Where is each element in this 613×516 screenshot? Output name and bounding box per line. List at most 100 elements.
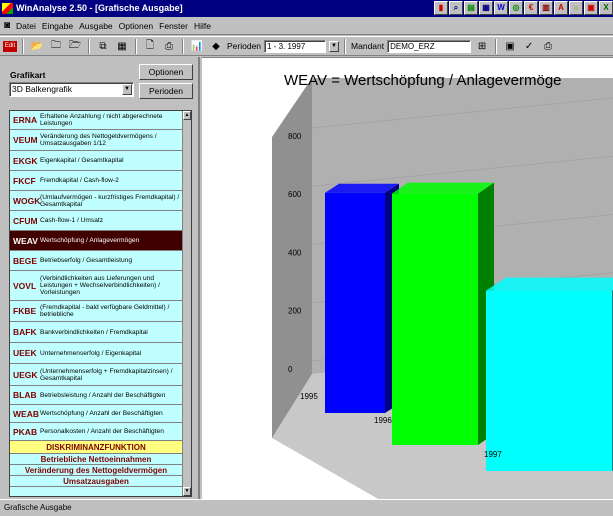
money-icon[interactable]: ◎	[509, 1, 523, 15]
mandant-label: Mandant	[351, 41, 385, 51]
chart-icon[interactable]: ▮	[434, 1, 448, 15]
grafikart-select[interactable]: 3D Balkengrafik ▼	[9, 82, 134, 97]
list-item-fkbe[interactable]: FKBE (Fremdkapital - bald verfügbare Geld…	[10, 301, 182, 322]
list-item-desc: Eigenkapital / Gesamtkapital	[40, 157, 124, 164]
list-item-weav[interactable]: WEAV Wertschöpfung / Anlagevermögen	[10, 231, 182, 251]
list-item-cfum[interactable]: CFUM Cash-flow-1 / Umsatz	[10, 211, 182, 231]
list-item-desc: (Fremdkapital - bald verfügbare Geldmitt…	[40, 304, 170, 318]
scroll-up-icon[interactable]: ▲	[183, 111, 191, 120]
list-item-uegk[interactable]: UEGK (Unternehmenserfolg + Fremdkapitalzi…	[10, 364, 182, 386]
menu-eingabe[interactable]: Eingabe	[42, 21, 73, 31]
toolbar: Edit 📂 🗀 🗁 ⧉ ▦ 🗋 ⎙ 📊 ◆ Perioden 1 - 3. 1…	[0, 36, 613, 56]
x-tick-label: 1995	[300, 392, 318, 401]
list-item-section2[interactable]: Betriebliche Nettoeinnahmen	[10, 454, 182, 465]
calc-icon[interactable]: ▥	[539, 1, 553, 15]
x-tick-label: 1996	[374, 416, 392, 425]
menu-optionen[interactable]: Optionen	[119, 21, 154, 31]
list-item-blab[interactable]: BLAB Betriebsleistung / Anzahl der Beschä…	[10, 386, 182, 405]
table-icon[interactable]: ▤	[464, 1, 478, 15]
list-item-wogk[interactable]: WOGK (Umlaufvermögen - kurzfristiges Frem…	[10, 191, 182, 211]
separator	[344, 38, 347, 54]
optionen-button[interactable]: Optionen	[139, 64, 193, 80]
list-item-ueek[interactable]: UEEK Unternehmenserfolg / Eigenkapital	[10, 343, 182, 364]
menu-ausgabe[interactable]: Ausgabe	[79, 21, 113, 31]
title-toolbar: ▮ ⌕ ▤ ▦ W ◎ € ▥ A ☼ ▣ X	[434, 1, 613, 16]
y-tick-label: 0	[288, 365, 293, 374]
list-item-code: WEAB	[13, 408, 39, 419]
print-icon[interactable]: ⎙	[161, 39, 177, 54]
search-icon[interactable]: ⌕	[449, 1, 463, 15]
grid-icon[interactable]: ▦	[479, 1, 493, 15]
app-window: WinAnalyse 2.50 - [Grafische Ausgabe] ▮ ⌕…	[0, 0, 613, 516]
list-item-section3[interactable]: Veränderung des Nettogeldvermögen	[10, 465, 182, 476]
chevron-down-icon[interactable]: ▼	[122, 84, 132, 95]
doc-icon[interactable]: ◙	[4, 20, 10, 31]
menu-fenster[interactable]: Fenster	[159, 21, 188, 31]
perioden-button[interactable]: Perioden	[139, 83, 193, 99]
bar-chart: 0 200 400 600 800 1995 1996 1997	[272, 78, 613, 500]
bar-top	[486, 277, 613, 291]
scroll-down-icon[interactable]: ▼	[183, 487, 191, 496]
list-item-veum[interactable]: VEUM Veränderung des Nettogeldvermögens /…	[10, 130, 182, 151]
list-item-code: CFUM	[13, 215, 38, 226]
list-item-code: VOVL	[13, 280, 37, 291]
list-item-ekgk[interactable]: EKGK Eigenkapital / Gesamtkapital	[10, 151, 182, 171]
list-item-pkab[interactable]: PKAB Personalkosten / Anzahl der Beschäft…	[10, 423, 182, 441]
word-icon[interactable]: W	[494, 1, 508, 15]
excel-icon[interactable]: X	[599, 1, 613, 15]
chart-area: 0 200 400 600 800 1995 1996 1997 WEAV = Wertsch…	[202, 57, 613, 500]
list-item-vovl[interactable]: VOVL (Verbindlichkeiten aus Lieferungen u…	[10, 271, 182, 301]
folder-icon[interactable]: 🗀	[48, 39, 64, 54]
chart-icon[interactable]: 📊	[189, 39, 205, 54]
euro-icon[interactable]: €	[524, 1, 538, 15]
printer-icon[interactable]: ⎙	[540, 39, 556, 54]
list-item-desc: Fremdkapital / Cash-flow-2	[40, 177, 119, 184]
list-item-erna[interactable]: ERNA Erhaltene Anzahlung / nicht abgerech…	[10, 111, 182, 130]
mandant-field[interactable]: DEMO_ERZ	[387, 39, 472, 53]
list-item-bege[interactable]: BEGE Betriebserfolg / Gesamtleistung	[10, 251, 182, 271]
list-item-weab[interactable]: WEAB Wertschöpfung / Anzahl der Beschäfti…	[10, 405, 182, 423]
scrollbar[interactable]: ▲ ▼	[182, 111, 191, 496]
list-item-fkcf[interactable]: FKCF Fremdkapital / Cash-flow-2	[10, 171, 182, 191]
open-folder-icon[interactable]: 📂	[29, 39, 45, 54]
separator	[135, 38, 137, 54]
preview-icon[interactable]: 🗋	[142, 39, 158, 54]
menu-datei[interactable]: Datei	[16, 21, 36, 31]
list-item-code: BLAB	[13, 390, 37, 400]
list-item-desc: (Umlaufvermögen - kurzfristiges Fremdkap…	[40, 193, 180, 208]
save-icon[interactable]: ▣	[584, 1, 598, 15]
perioden-field[interactable]: 1 - 3. 1997	[264, 39, 327, 53]
perioden-label: Perioden	[227, 41, 262, 51]
menu-hilfe[interactable]: Hilfe	[194, 21, 211, 31]
list-item-section1[interactable]: DISKRIMINANZFUNKTION	[10, 441, 182, 454]
perioden-dropdown-icon[interactable]: ▼	[329, 40, 340, 52]
list-item-code: ERNA	[13, 115, 38, 125]
list-item-code: PKAB	[13, 426, 38, 437]
bar-top	[392, 182, 494, 194]
list-item-code: EKGK	[13, 155, 38, 166]
color-icon[interactable]: ◆	[208, 39, 224, 54]
mandant-select-icon[interactable]: ⊞	[474, 39, 490, 54]
list-item-desc: Erhaltene Anzahlung / nicht abgerechnete…	[40, 113, 163, 127]
bar-1997	[486, 290, 612, 471]
list-item-desc: Unternehmenserfolg / Eigenkapital	[40, 349, 142, 357]
separator	[88, 38, 90, 54]
indicator-list: ERNA Erhaltene Anzahlung / nicht abgerech…	[9, 110, 192, 497]
save-folder-icon[interactable]: 🗁	[67, 39, 83, 54]
list-item-bafk[interactable]: BAFK Bankverbindlichkeiten / Fremdkapital	[10, 322, 182, 343]
list-item-desc: Wertschöpfung / Anzahl der Beschäftigten	[40, 410, 163, 417]
separator	[495, 38, 498, 54]
pdf-icon[interactable]: A	[554, 1, 568, 15]
list-item-code: FKBE	[13, 306, 37, 316]
grafikart-label: Grafikart	[10, 70, 46, 80]
list-item-section4[interactable]: Umsatzausgaben	[10, 476, 182, 487]
list-item-code: VEUM	[13, 135, 38, 145]
check-icon[interactable]: ✓	[521, 39, 537, 54]
copy-icon[interactable]: ⧉	[95, 39, 111, 54]
list-item-code: WEAV	[13, 235, 38, 246]
window-icon[interactable]: ▣	[502, 39, 518, 54]
bulb-icon[interactable]: ☼	[569, 1, 583, 15]
table-icon[interactable]: ▦	[114, 39, 130, 54]
edit-icon[interactable]: Edit	[3, 40, 17, 52]
y-tick-label: 800	[288, 132, 302, 141]
